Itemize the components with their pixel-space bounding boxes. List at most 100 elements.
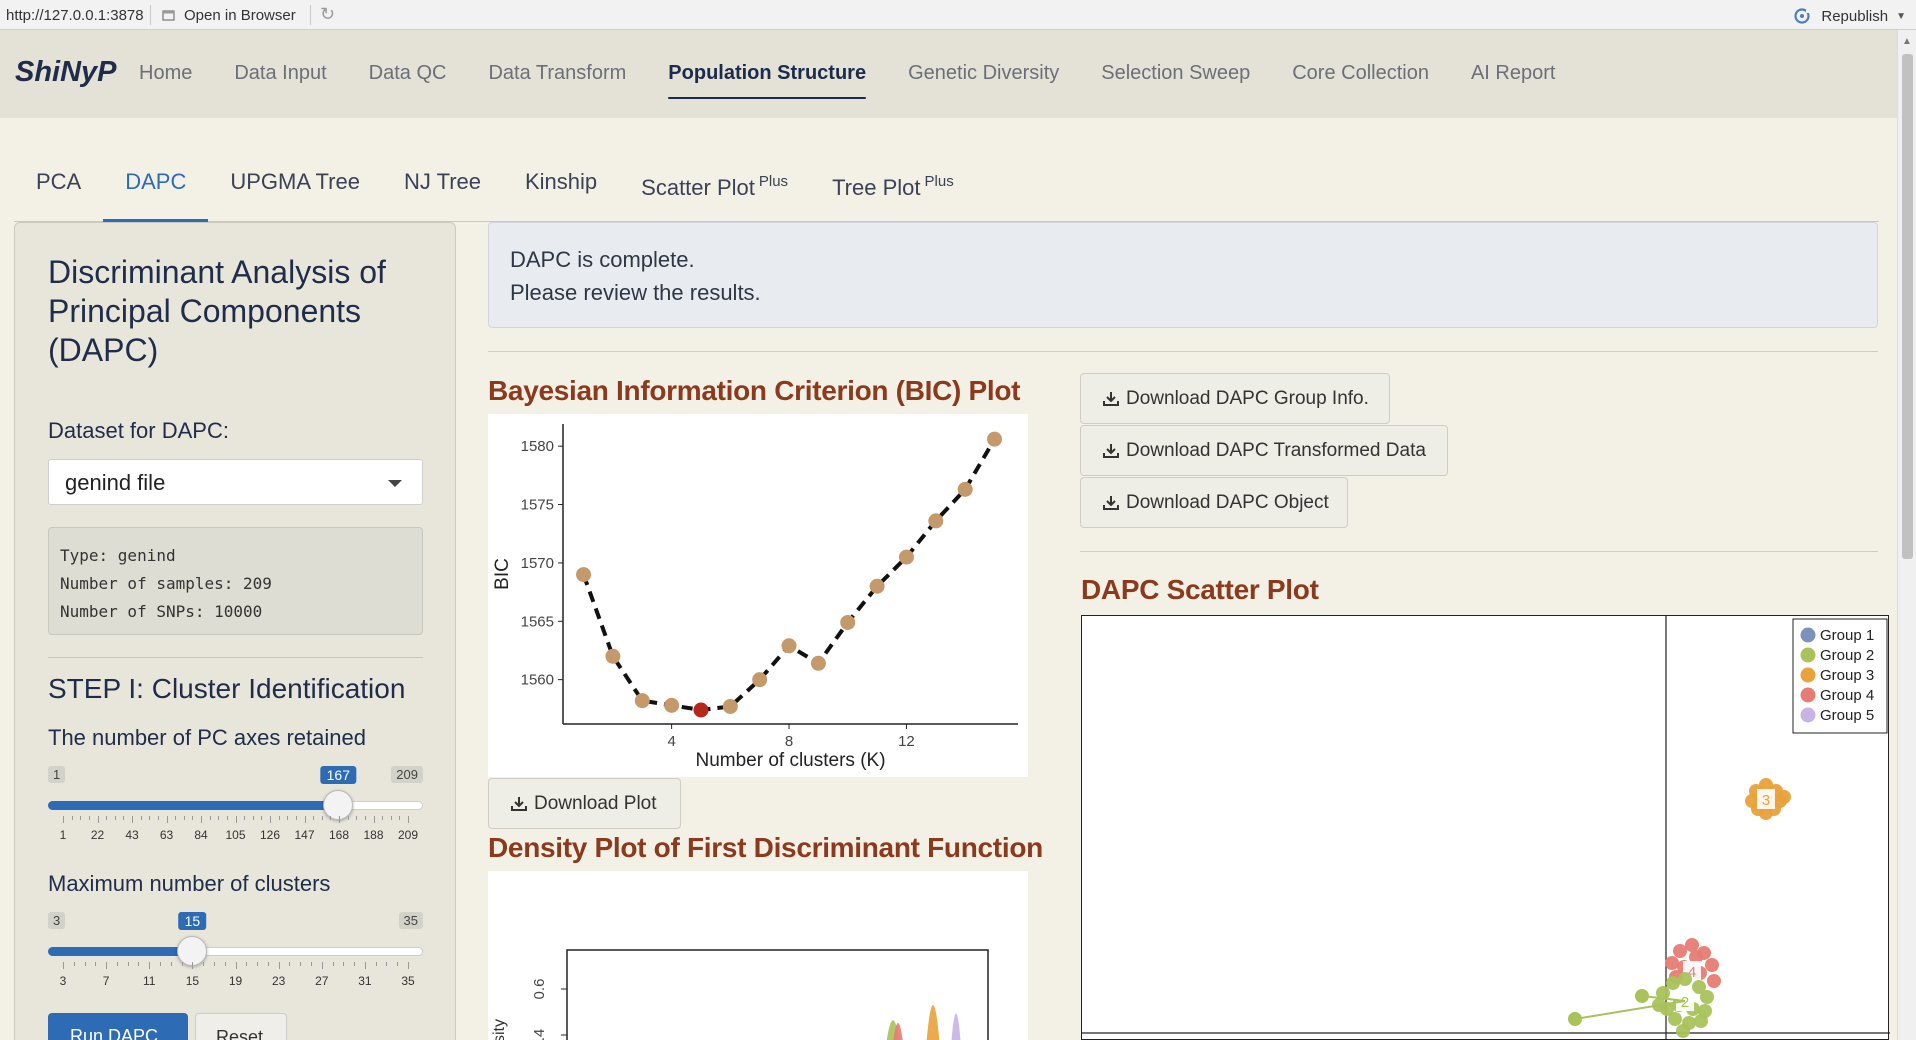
slider-value-label: 167 <box>320 766 357 784</box>
slider-minor-tick <box>347 816 349 820</box>
slider-minor-tick <box>343 962 345 966</box>
pc-axes-slider[interactable]: 1 209 167 1 22 43 63 84 105 126 147 168 188 209 <box>48 766 423 856</box>
legend-label: Group 1 <box>1820 627 1874 644</box>
tab-tree-plot[interactable]: Tree Plot Plus <box>810 150 976 221</box>
slider-tick-label: 27 <box>315 974 329 988</box>
tab-label: Kinship <box>525 169 598 194</box>
slider-minor-tick <box>181 962 183 966</box>
slider-tick-label: 168 <box>328 828 350 842</box>
scatter-point <box>1673 944 1687 958</box>
bic-point <box>722 698 738 714</box>
slider-minor-tick <box>300 962 302 966</box>
slider-minor-tick <box>140 816 142 820</box>
url-text[interactable]: http://127.0.0.1:3878 <box>6 7 144 24</box>
nav-item-data-qc[interactable]: Data QC <box>348 30 468 118</box>
bic-point-selected <box>693 702 709 718</box>
nav-item-population-structure[interactable]: Population Structure <box>647 30 887 118</box>
slider-tick <box>132 816 133 823</box>
slider-minor-tick <box>116 962 118 966</box>
bic-point <box>898 549 914 565</box>
bic-point <box>752 672 768 688</box>
slider-tick-label: 19 <box>228 974 243 988</box>
nav-item-data-transform[interactable]: Data Transform <box>467 30 647 118</box>
caret-down-icon <box>388 480 402 487</box>
nav-item-home[interactable]: Home <box>118 30 213 118</box>
slider-max-label: 35 <box>398 912 423 929</box>
step-title: STEP I: Cluster Identification <box>48 673 406 704</box>
tab-label: UPGMA Tree <box>230 169 360 194</box>
download-plot-button[interactable]: Download Plot <box>488 778 681 829</box>
slider-minor-tick <box>244 816 246 820</box>
download-dapc-object-label: Download DAPC Object <box>1126 491 1329 513</box>
dataset-info-box: Type: genind Number of samples: 209 Numb… <box>48 527 423 635</box>
tab-scatter-plot[interactable]: Scatter Plot Plus <box>619 150 810 221</box>
vertical-scrollbar[interactable]: ▲ <box>1897 30 1916 1040</box>
download-transformed-data-button[interactable]: Download DAPC Transformed Data <box>1080 425 1448 476</box>
download-dapc-object-button[interactable]: Download DAPC Object <box>1080 477 1348 528</box>
reset-button[interactable]: Reset <box>195 1013 287 1040</box>
nav-item-data-input[interactable]: Data Input <box>213 30 347 118</box>
slider-tick-label: 126 <box>259 828 281 842</box>
slider-tick <box>304 816 306 823</box>
density-curve <box>951 1013 961 1040</box>
download-icon <box>1102 391 1120 407</box>
bic-point <box>840 614 856 630</box>
slider-tick-label: 35 <box>401 974 415 988</box>
slider-tick <box>63 816 64 823</box>
republish-icon <box>1794 8 1813 24</box>
slider-tick-label: 31 <box>358 974 372 988</box>
slider-minor-tick <box>88 816 90 820</box>
download-group-info-label: Download DAPC Group Info. <box>1126 387 1369 409</box>
open-in-browser-button[interactable]: Open in Browser <box>162 7 296 24</box>
tab-kinship[interactable]: Kinship <box>503 150 619 221</box>
download-icon <box>1102 443 1120 459</box>
density-curve <box>926 1005 940 1040</box>
slider-minor-tick <box>278 816 280 820</box>
republish-button[interactable]: Republish ▼ <box>1793 7 1906 25</box>
app-brand[interactable]: ShiNyP <box>15 56 117 89</box>
tab-label: DAPC <box>125 169 187 194</box>
dataset-label: Dataset for DAPC: <box>48 418 229 443</box>
slider-minor-tick <box>390 816 392 820</box>
download-transformed-data-label: Download DAPC Transformed Data <box>1126 439 1426 461</box>
slider-minor-tick <box>375 962 377 966</box>
dataset-select[interactable]: genind file <box>48 459 423 505</box>
download-group-info-button[interactable]: Download DAPC Group Info. <box>1080 373 1390 424</box>
slider-tick <box>106 962 108 969</box>
scrollbar-thumb[interactable] <box>1902 54 1913 559</box>
tab-nj-tree[interactable]: NJ Tree <box>382 150 503 221</box>
slider-minor-tick <box>257 962 259 966</box>
scatter-point <box>1568 1012 1582 1026</box>
nav-item-ai-report[interactable]: AI Report <box>1450 30 1576 118</box>
slider-minor-tick <box>330 816 332 820</box>
nav-item-genetic-diversity[interactable]: Genetic Diversity <box>887 30 1080 118</box>
tab-dapc[interactable]: DAPC <box>103 150 209 222</box>
dapc-scatter-plot: Group 1 Group 2 Group 3 Group 4 Group 5342 <box>1081 615 1890 1040</box>
slider-minor-tick <box>356 816 358 820</box>
nav-item-selection-sweep[interactable]: Selection Sweep <box>1080 30 1271 118</box>
max-clusters-slider[interactable]: 3 35 15 3 7 11 15 19 23 27 31 35 <box>48 912 423 1002</box>
slider-tick-label: 15 <box>185 974 200 988</box>
scroll-up-icon[interactable]: ▲ <box>1902 36 1912 47</box>
slider-tick <box>149 962 151 969</box>
tab-upgma-tree[interactable]: UPGMA Tree <box>208 150 382 221</box>
nav-item-core-collection[interactable]: Core Collection <box>1271 30 1450 118</box>
slider-minor-tick <box>224 962 226 966</box>
bic-point <box>664 697 680 713</box>
tab-pca[interactable]: PCA <box>14 150 103 221</box>
density-plot: 0.6 .4 sity <box>488 871 1028 1040</box>
legend-swatch <box>1800 707 1816 723</box>
x-tick-label: 12 <box>898 733 915 750</box>
y-tick-label: .4 <box>531 1029 548 1040</box>
bic-point <box>869 578 885 594</box>
slider-tick <box>408 962 409 969</box>
chevron-down-icon[interactable]: ▼ <box>1896 11 1906 22</box>
run-dapc-button[interactable]: Run DAPC I <box>48 1013 188 1040</box>
refresh-icon[interactable]: ↻ <box>320 4 335 25</box>
y-tick-label: 1570 <box>521 555 554 572</box>
slider-minor-tick <box>267 962 269 966</box>
bic-point <box>605 648 621 664</box>
bic-plot: 1560 1565 1570 1575 1580 4 8 12 Number of cluste… <box>488 414 1028 777</box>
tab-superscript: Plus <box>924 173 954 190</box>
slider-minor-tick <box>209 816 211 820</box>
